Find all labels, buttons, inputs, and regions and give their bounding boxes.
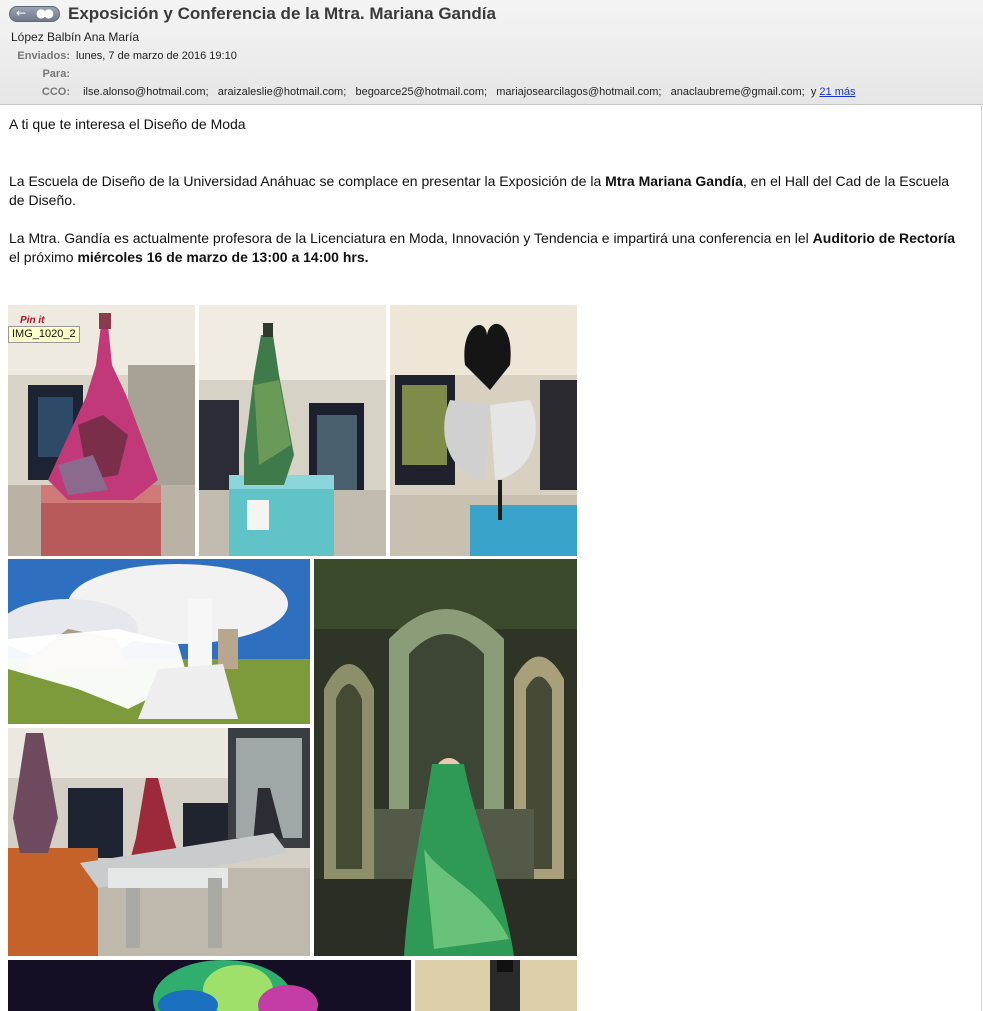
sent-label: Enviados: <box>17 50 70 62</box>
photo-dark-dress[interactable] <box>415 960 577 1011</box>
p2-text-a: La Mtra. Gandía es actualmente profesora… <box>9 230 813 246</box>
p2-text-b: el próximo <box>9 249 78 265</box>
back-reply-toggle[interactable]: ← ●● <box>9 6 60 22</box>
message-header: ← ●● Exposición y Conferencia de la Mtra… <box>0 0 983 105</box>
back-arrow-icon[interactable]: ← <box>16 6 26 20</box>
cco-recipient[interactable]: araizaleslie@hotmail.com; <box>218 86 347 98</box>
cco-row: CCO: ilse.alonso@hotmail.com; araizalesl… <box>14 86 856 98</box>
cco-recipient[interactable]: anaclaubreme@gmail.com; <box>671 86 805 98</box>
cco-label: CCO: <box>41 86 70 98</box>
sent-date: lunes, 7 de marzo de 2016 19:10 <box>76 50 237 62</box>
photo-green-ribbon-dress[interactable] <box>199 305 386 556</box>
cco-more-prefix: y <box>810 86 817 98</box>
pin-it-button[interactable]: Pin it <box>20 315 44 326</box>
image-tooltip: IMG_1020_2 <box>8 326 80 343</box>
cco-recipient-list: ilse.alonso@hotmail.com; araizaleslie@ho… <box>80 86 855 98</box>
message-subject: Exposición y Conferencia de la Mtra. Mar… <box>68 4 496 23</box>
photo-white-dress-field[interactable] <box>8 559 310 724</box>
photo-neon-portrait[interactable] <box>8 960 411 1011</box>
paragraph-conference: La Mtra. Gandía es actualmente profesora… <box>9 229 959 267</box>
paragraph-exposition: La Escuela de Diseño de la Universidad A… <box>9 172 959 210</box>
p2-bold-date: miércoles 16 de marzo de 13:00 a 14:00 h… <box>77 249 369 265</box>
photo-exhibition-hall[interactable] <box>8 728 310 956</box>
conversation-icon[interactable]: ●● <box>36 6 54 20</box>
intro-line: A ti que te interesa el Diseño de Moda <box>9 116 246 132</box>
p1-bold-name: Mtra Mariana Gandía <box>605 173 743 189</box>
sender-name[interactable]: López Balbín Ana María <box>11 30 139 44</box>
to-row: Para: <box>14 68 76 80</box>
to-label: Para: <box>42 68 70 80</box>
p2-bold-venue: Auditorio de Rectoría <box>812 230 956 246</box>
pane-divider <box>981 104 982 1011</box>
p1-text-a: La Escuela de Diseño de la Universidad A… <box>9 173 606 189</box>
cco-more-link[interactable]: 21 más <box>819 86 855 98</box>
photo-green-dress-arches[interactable] <box>314 559 577 956</box>
cco-recipient[interactable]: ilse.alonso@hotmail.com; <box>83 86 209 98</box>
cco-recipient[interactable]: begoarce25@hotmail.com; <box>355 86 487 98</box>
sent-row: Enviados: lunes, 7 de marzo de 2016 19:10 <box>14 50 237 62</box>
photo-angel-wings[interactable] <box>390 305 577 556</box>
cco-recipient[interactable]: mariajosearcilagos@hotmail.com; <box>496 86 661 98</box>
